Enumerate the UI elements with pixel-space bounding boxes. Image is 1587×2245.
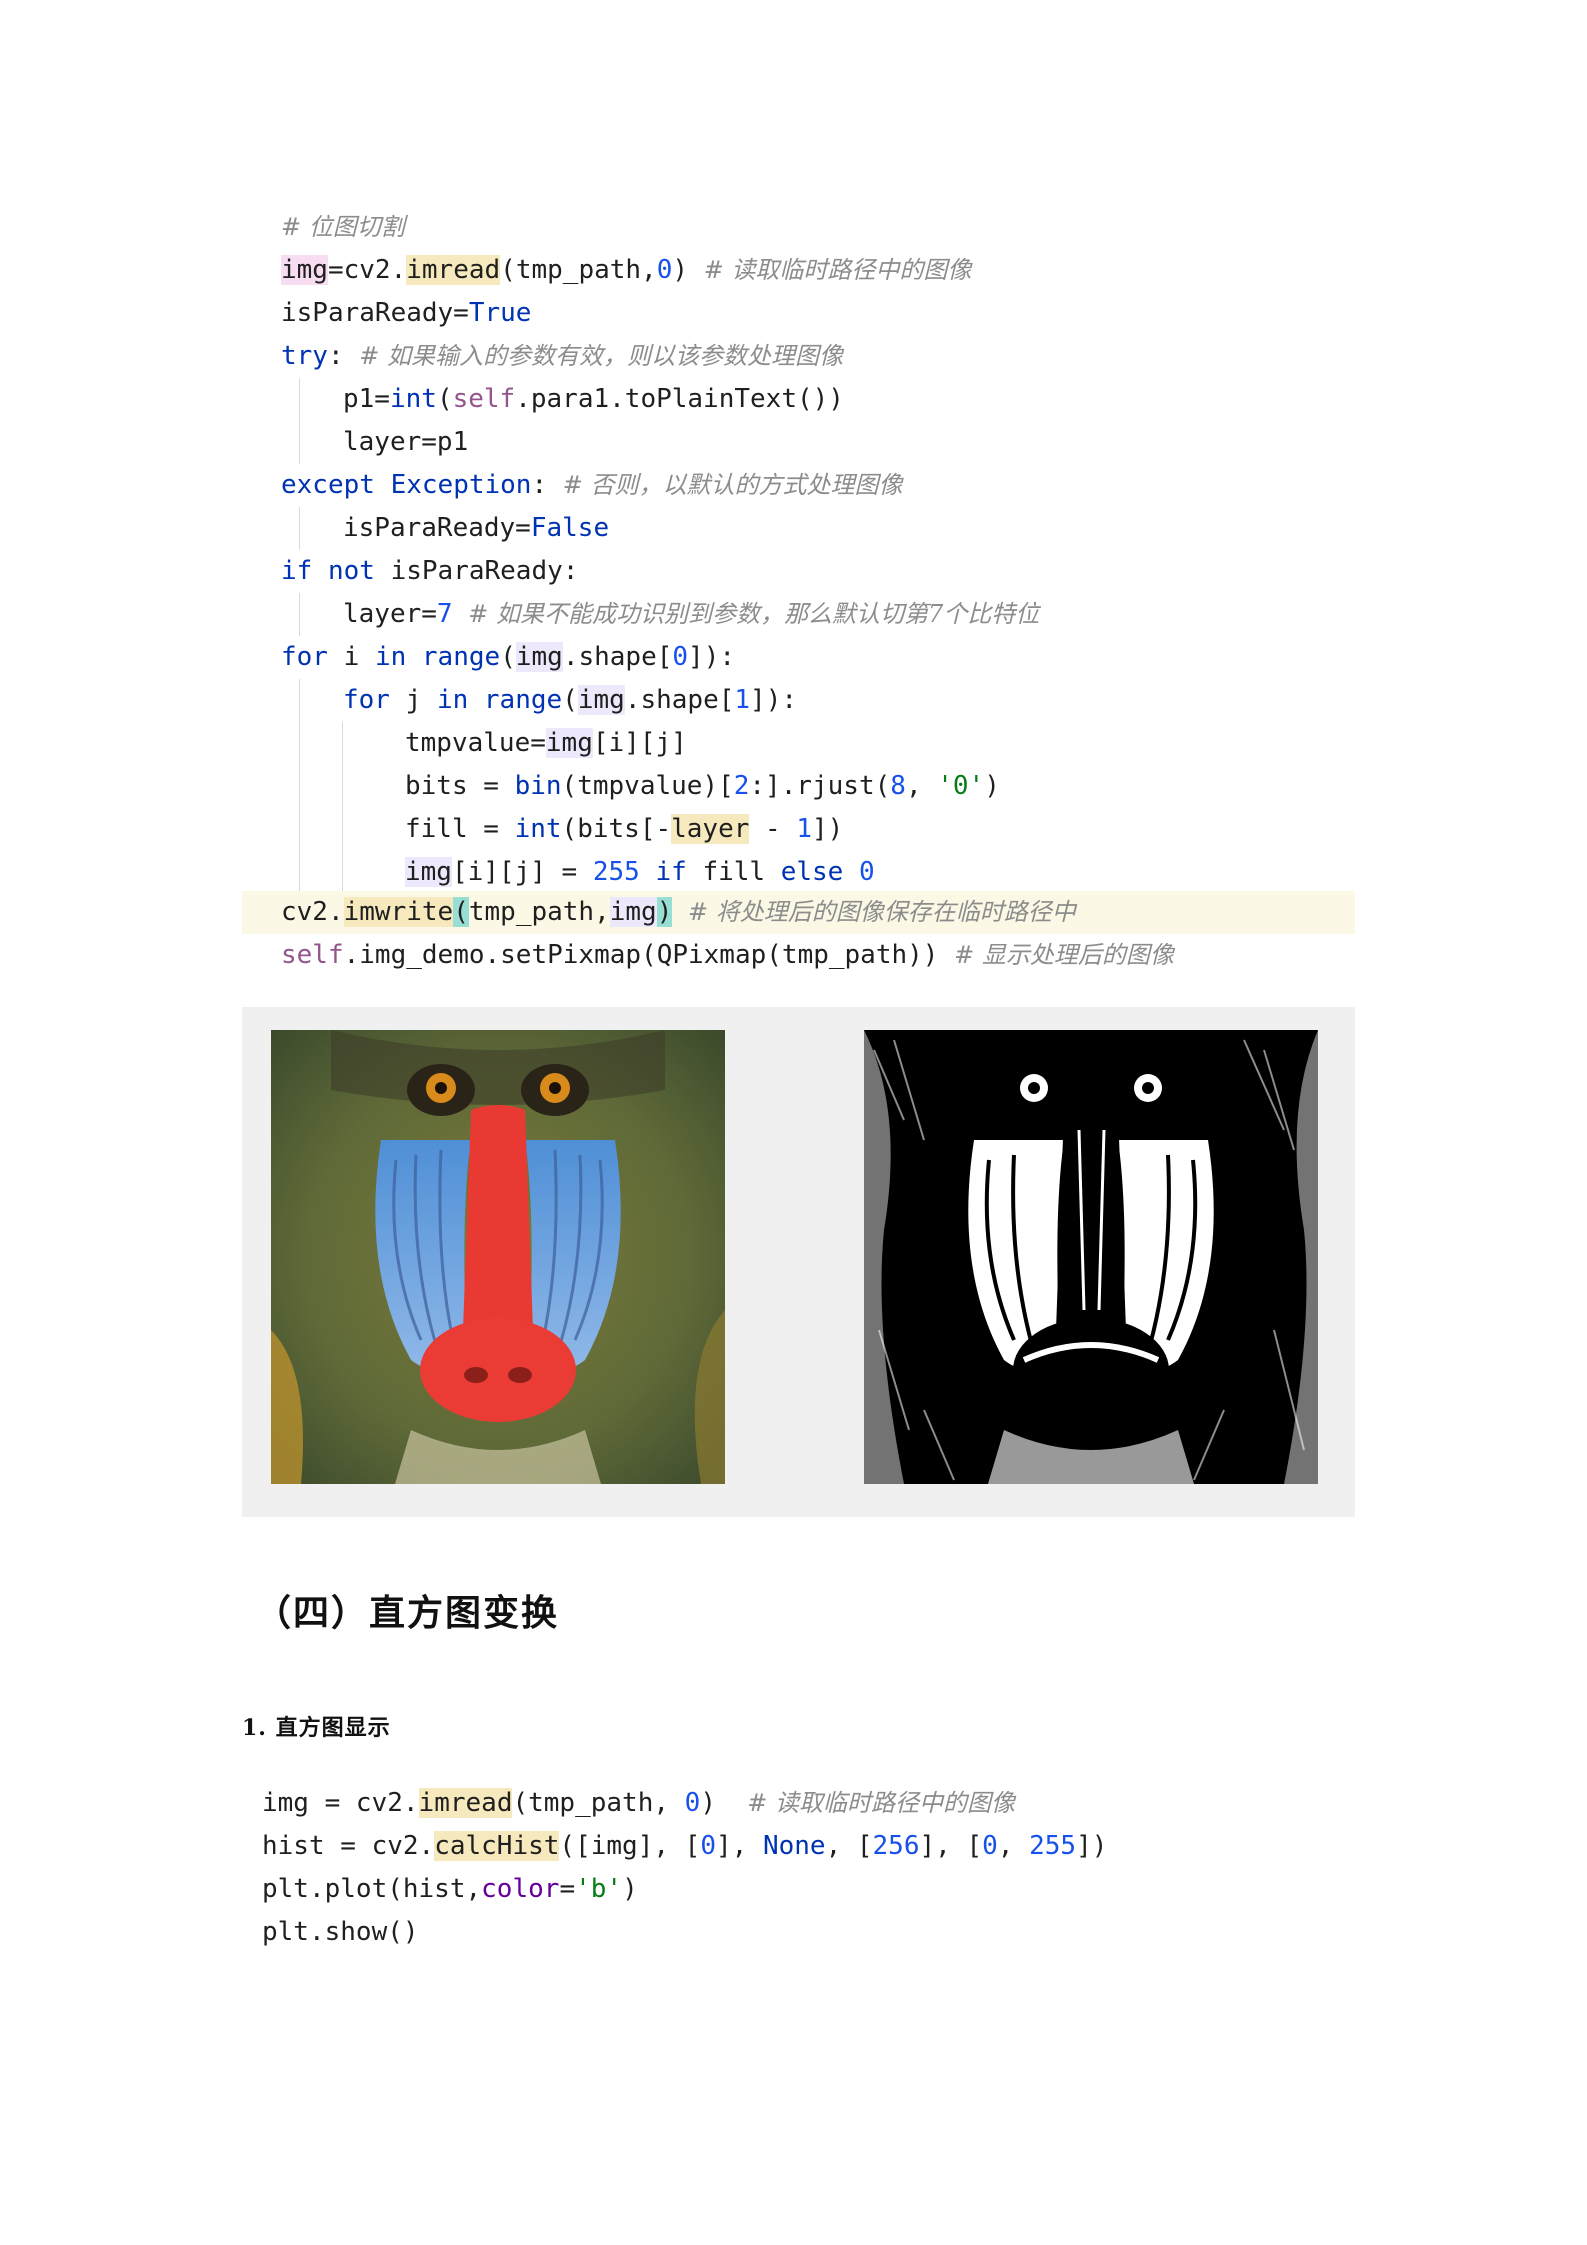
code-line: isParaReady=False: [343, 513, 610, 543]
code-line: except Exception: # 否则，以默认的方式处理图像: [281, 470, 903, 500]
image-comparison-panel: [242, 1007, 1355, 1517]
code-line: img[i][j] = 255 if fill else 0: [405, 857, 875, 887]
mandrill-bitplane-image: [864, 1030, 1318, 1484]
code-line: img=cv2.imread(tmp_path,0) # 读取临时路径中的图像: [281, 255, 972, 285]
code-line: plt.plot(hist,color='b'): [262, 1874, 638, 1904]
code-line: bits = bin(tmpvalue)[2:].rjust(8, '0'): [405, 771, 1000, 801]
code-line: try: # 如果输入的参数有效，则以该参数处理图像: [281, 341, 844, 371]
code-line: tmpvalue=img[i][j]: [405, 728, 687, 758]
code-line: fill = int(bits[-layer - 1]): [405, 814, 844, 844]
section-heading: （四）直方图变换: [255, 1592, 560, 1634]
code-line: # 位图切割: [281, 213, 405, 241]
code-line: layer=7 # 如果不能成功识别到参数，那么默认切第7个比特位: [343, 599, 1040, 629]
code-line: self.img_demo.setPixmap(QPixmap(tmp_path…: [281, 940, 1174, 970]
code-line: img = cv2.imread(tmp_path, 0) # 读取临时路径中的…: [262, 1788, 1016, 1818]
code-line: for i in range(img.shape[0]):: [281, 642, 736, 672]
subsection-heading: 1. 直方图显示: [242, 1715, 391, 1741]
code-line: isParaReady=True: [281, 298, 532, 328]
indent-guide: [299, 507, 300, 550]
code-line: plt.show(): [262, 1917, 419, 1947]
code-line: cv2.imwrite(tmp_path,img) # 将处理后的图像保存在临时…: [281, 897, 1076, 927]
indent-guide: [342, 722, 343, 891]
indent-guide: [299, 593, 300, 636]
code-line: if not isParaReady:: [281, 556, 579, 586]
mandrill-color-image: [271, 1030, 725, 1484]
indent-guide: [299, 378, 300, 464]
indent-guide: [299, 679, 300, 891]
code-line: hist = cv2.calcHist([img], [0], None, [2…: [262, 1831, 1108, 1861]
code-line: layer=p1: [343, 427, 469, 457]
code-line: for j in range(img.shape[1]):: [343, 685, 798, 715]
code-line: p1=int(self.para1.toPlainText()): [343, 384, 844, 414]
